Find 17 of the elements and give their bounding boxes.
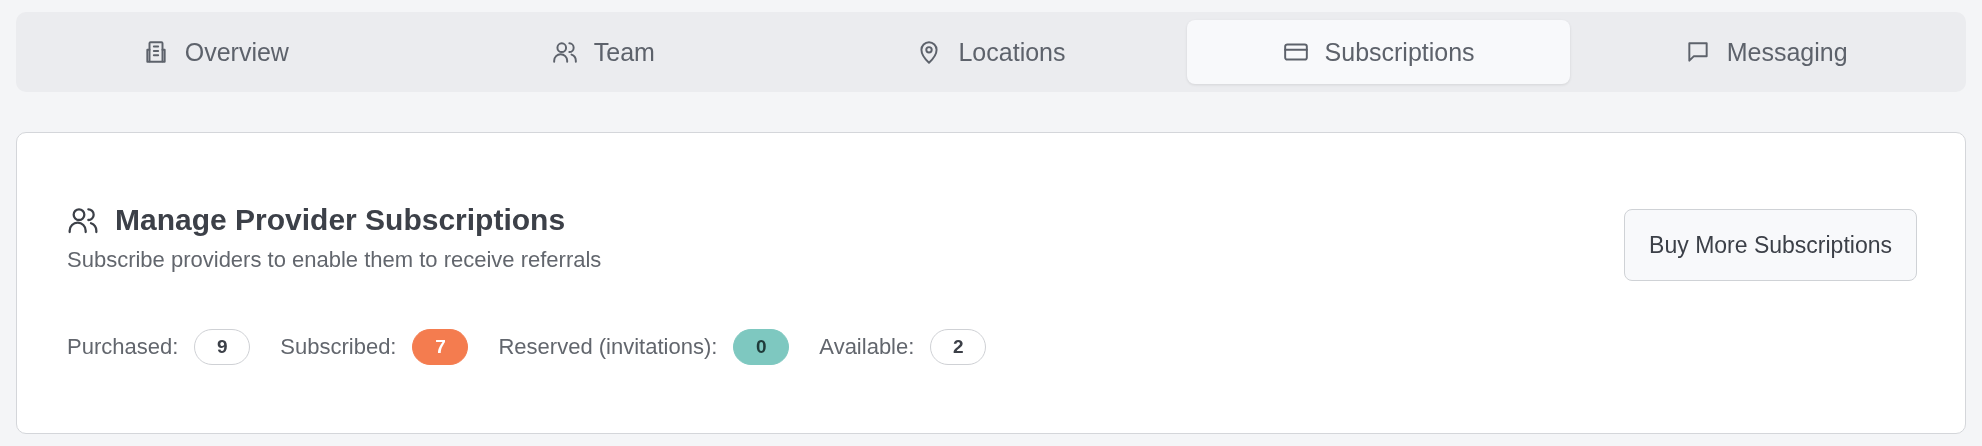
users-icon [551,39,578,65]
stat-label: Subscribed: [280,334,397,360]
stat-label: Reserved (invitations): [498,334,718,360]
stat-label: Available: [819,334,915,360]
count-badge: 2 [930,329,987,365]
tab[interactable]: Locations [799,20,1183,84]
card-subtitle: Subscribe providers to enable them to receive referrals [67,247,603,273]
buy-more-button[interactable]: Buy More Subscriptions [1624,209,1917,281]
tab[interactable]: Overview [24,20,408,84]
count-badge: 0 [733,329,790,365]
count-badge: 7 [412,329,469,365]
card-title: Manage Provider Subscriptions [115,203,566,237]
tab[interactable]: Team [411,20,796,84]
stat-label: Purchased: [67,334,179,360]
count-badge: 9 [194,329,251,365]
tab[interactable]: Messaging [1574,20,1958,84]
tab[interactable]: Subscriptions [1186,20,1571,84]
